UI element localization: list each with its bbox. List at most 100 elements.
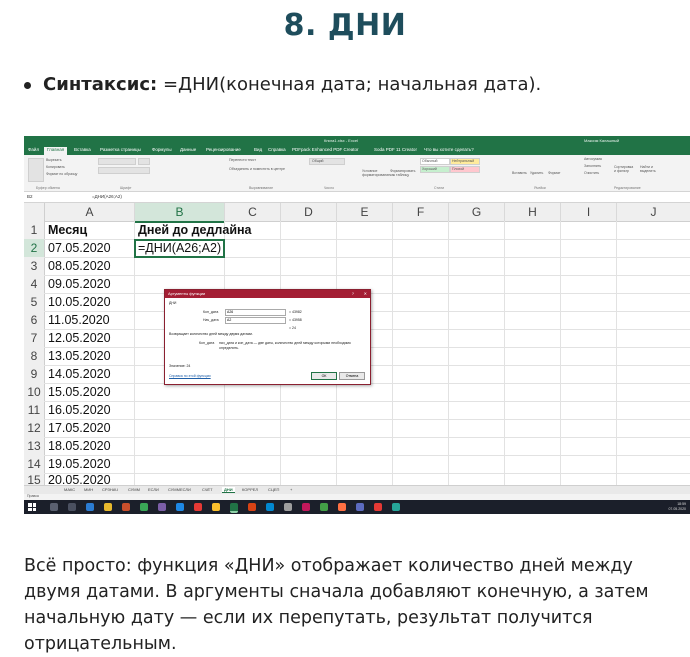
windows-start-icon[interactable] [28,503,36,511]
sort-filter-button[interactable]: Сортировка и фильтр [614,165,636,173]
col-header-f[interactable]: F [393,203,449,222]
app-icon[interactable] [374,503,382,511]
autosum-button[interactable]: Автосумма [584,157,602,161]
select-all-corner[interactable] [24,203,45,222]
close-icon[interactable]: ✕ [364,290,367,298]
cell-date[interactable]: 12.05.2020 [45,329,134,347]
formula-input[interactable]: =ДНИ(A26;A2) [92,194,122,199]
arg1-input[interactable]: A26 [225,309,286,316]
cancel-button[interactable]: Отмена [339,372,365,380]
cut-button[interactable]: Вырезать [46,158,62,162]
tab-tell-me[interactable]: Что вы хотите сделать? [424,147,474,152]
row-header[interactable]: 8 [24,347,45,366]
row-header[interactable]: 3 [24,257,45,276]
row-header[interactable]: 14 [24,455,45,474]
explorer-icon[interactable] [104,503,112,511]
cell-date[interactable]: 15.05.2020 [45,383,134,401]
app-icon[interactable] [356,503,364,511]
app-icon[interactable] [122,503,130,511]
cell-date[interactable]: 09.05.2020 [45,275,134,293]
wrap-text-button[interactable]: Перенести текст [229,158,256,162]
sheet-tab-active[interactable]: ДНИ [222,487,235,493]
tab-view[interactable]: Вид [254,147,262,152]
cell-a1[interactable]: Месяц [45,221,134,239]
font-select[interactable] [98,158,136,165]
paste-button[interactable] [28,158,44,182]
col-header-i[interactable]: I [561,203,617,222]
table-format-button[interactable]: Форматировать как таблицу [390,169,415,177]
cell-date[interactable]: 14.05.2020 [45,365,134,383]
cell-b1[interactable]: Дней до дедлайна [135,221,255,239]
app-icon[interactable] [302,503,310,511]
tab-review[interactable]: Рецензирование [206,147,241,152]
app-icon[interactable] [338,503,346,511]
cell-date[interactable]: 18.05.2020 [45,437,134,455]
format-cells-button[interactable]: Формат [548,171,560,175]
cell-date[interactable]: 20.05.2020 [45,473,134,485]
style-good[interactable]: Хороший [420,166,450,173]
find-select-button[interactable]: Найти и выделить [640,165,662,173]
row-header[interactable]: 4 [24,275,45,294]
cell-date[interactable]: 08.05.2020 [45,257,134,275]
format-painter-button[interactable]: Формат по образцу [46,172,77,176]
sheet-tab[interactable]: СЦЕП [268,487,279,492]
row-header[interactable]: 9 [24,365,45,384]
excel-icon[interactable] [230,503,238,513]
row-header[interactable]: 6 [24,311,45,330]
sheet-tab[interactable]: СРЗНАЧ [102,487,118,492]
sheet-tab[interactable]: КОРРЕЛ [242,487,258,492]
row-header[interactable]: 12 [24,419,45,438]
style-bad[interactable]: Плохой [450,166,480,173]
col-header-g[interactable]: G [449,203,505,222]
app-icon[interactable] [266,503,274,511]
edge-icon[interactable] [86,503,94,511]
ok-button[interactable]: ОК [311,372,337,380]
tab-pdfpack[interactable]: PDFpack Enhanced PDF Creator [292,147,359,152]
chrome-icon[interactable] [140,503,148,511]
app-icon[interactable] [212,503,220,511]
sheet-tab[interactable]: МИН [84,487,93,492]
tab-help[interactable]: Справка [268,147,286,152]
fill-button[interactable]: Заполнить [584,164,601,168]
sheet-tab[interactable]: ЕСЛИ [148,487,159,492]
arg2-input[interactable]: A2 [225,317,286,324]
col-header-a[interactable]: A [45,203,135,222]
font-size-select[interactable] [138,158,150,165]
sheet-tab[interactable]: СУММЕСЛИ [168,487,191,492]
copy-button[interactable]: Копировать [46,165,65,169]
app-icon[interactable] [284,503,292,511]
col-header-e[interactable]: E [337,203,393,222]
conditional-format-button[interactable]: Условное форматирование [362,169,390,177]
style-neutral[interactable]: Нейтральный [450,158,480,165]
search-icon[interactable] [50,503,58,511]
col-header-b[interactable]: B [135,203,225,223]
cell-date[interactable]: 19.05.2020 [45,455,134,473]
cell-date[interactable]: 07.05.2020 [45,239,134,257]
cell-date[interactable]: 17.05.2020 [45,419,134,437]
col-header-c[interactable]: C [225,203,281,222]
app-icon[interactable] [194,503,202,511]
help-icon[interactable]: ? [352,290,354,298]
row-header[interactable]: 13 [24,437,45,456]
tab-data[interactable]: Данные [180,147,196,152]
tab-page-layout[interactable]: Разметка страницы [100,147,141,152]
cell-date[interactable]: 11.05.2020 [45,311,134,329]
row-header[interactable]: 2 [24,239,45,258]
tab-file[interactable]: Файл [28,147,39,152]
sheet-tab[interactable]: СЧЁТ [202,487,213,492]
name-box[interactable]: B2 [27,194,33,199]
taskbar-clock[interactable]: 18:59 07.05.2020 [668,502,686,511]
insert-cells-button[interactable]: Вставить [512,171,527,175]
font-style-buttons[interactable] [98,167,150,174]
row-header[interactable]: 11 [24,401,45,420]
clear-button[interactable]: Очистить [584,171,599,175]
cell-date[interactable]: 16.05.2020 [45,401,134,419]
tab-home[interactable]: Главная [44,147,68,155]
delete-cells-button[interactable]: Удалить [530,171,543,175]
app-icon[interactable] [320,503,328,511]
task-view-icon[interactable] [68,503,76,511]
row-header[interactable]: 1 [24,221,45,240]
tab-insert[interactable]: Вставка [74,147,91,152]
app-icon[interactable] [248,503,256,511]
cell-date[interactable]: 10.05.2020 [45,293,134,311]
